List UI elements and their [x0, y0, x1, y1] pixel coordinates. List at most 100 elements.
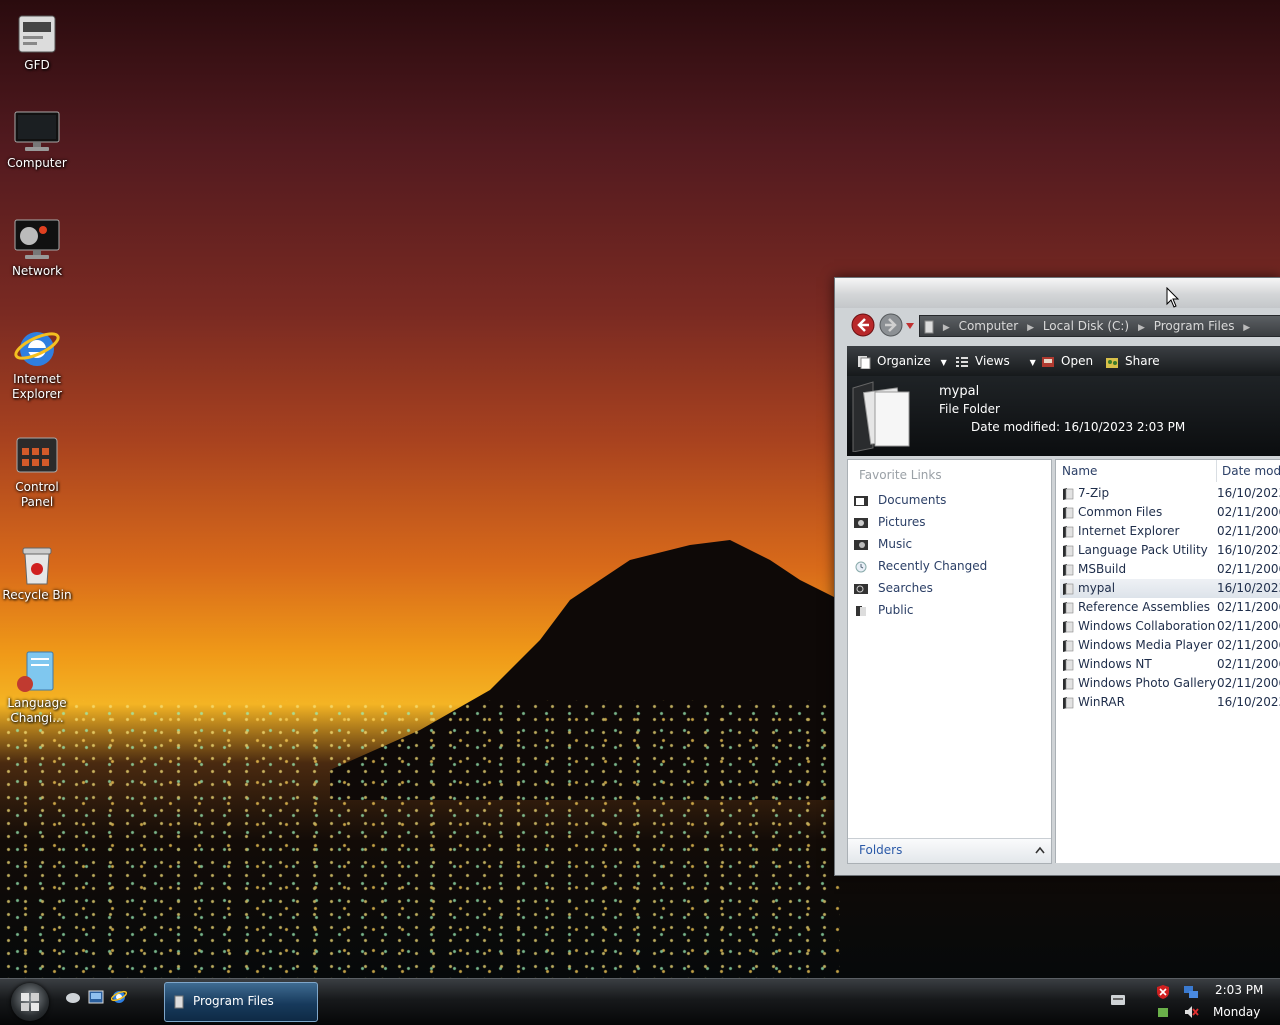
file-date-modified: 02/11/2006	[1217, 524, 1280, 538]
file-row[interactable]: Windows NT 02/11/2006	[1060, 655, 1280, 674]
file-date-modified: 02/11/2006	[1217, 619, 1280, 633]
quick-launch-show-desktop-icon[interactable]	[88, 989, 104, 1005]
folder-icon	[1063, 507, 1074, 519]
desktop-icon-control-panel[interactable]: Control Panel	[2, 434, 72, 510]
chevron-down-icon: ▼	[940, 358, 947, 367]
nav-item-public[interactable]: Public	[853, 600, 914, 620]
folder-icon	[1063, 564, 1074, 576]
chevron-right-icon[interactable]: ▶	[943, 318, 950, 336]
folder-icon	[1063, 697, 1074, 709]
organize-button[interactable]: Organize ▼	[857, 346, 947, 376]
nav-item-documents[interactable]: Documents	[853, 490, 946, 510]
selected-item-name: mypal	[939, 384, 980, 399]
navigation-bar: ▶ Computer ▶ Local Disk (C:) ▶ Program F…	[847, 310, 1280, 342]
control-panel-icon	[16, 437, 58, 473]
network-icon	[14, 219, 60, 259]
breadcrumb-program-files[interactable]: Program Files	[1154, 316, 1235, 336]
details-pane: mypal File Folder Date modified: 16/10/2…	[847, 376, 1280, 456]
file-row[interactable]: mypal 16/10/2023	[1060, 579, 1280, 598]
file-row[interactable]: WinRAR 16/10/2023	[1060, 693, 1280, 712]
column-header-date-modified[interactable]: Date modif	[1222, 460, 1280, 482]
folder-icon	[1063, 488, 1074, 500]
folder-preview-icon	[852, 381, 910, 452]
clock-day[interactable]: Monday	[1213, 1005, 1260, 1019]
file-row[interactable]: Language Pack Utility 16/10/2023	[1060, 541, 1280, 560]
breadcrumb-computer[interactable]: Computer	[959, 316, 1019, 336]
file-date-modified: 02/11/2006	[1217, 600, 1280, 614]
windows-logo-icon	[21, 993, 39, 1011]
back-arrow-icon[interactable]	[851, 313, 875, 337]
clock-time[interactable]: 2:03 PM	[1215, 983, 1263, 997]
address-bar[interactable]: ▶ Computer ▶ Local Disk (C:) ▶ Program F…	[919, 315, 1280, 337]
desktop-icon-label: Language Changi...	[7, 696, 67, 725]
desktop-icon-gfd[interactable]: GFD	[2, 12, 72, 73]
recent-pages-dropdown-icon[interactable]	[906, 322, 914, 330]
chevron-right-icon[interactable]: ▶	[1243, 318, 1250, 336]
file-name: Windows Collaboration	[1078, 619, 1216, 633]
quick-launch-switch-user-icon[interactable]	[65, 989, 81, 1005]
column-header-name[interactable]: Name	[1062, 460, 1217, 482]
file-name: Internet Explorer	[1078, 524, 1180, 538]
desktop-icon-internet-explorer[interactable]: Internet Explorer	[2, 326, 72, 402]
safely-remove-hardware-icon[interactable]	[1155, 1004, 1171, 1020]
public-icon	[856, 605, 866, 616]
file-row[interactable]: Windows Collaboration 02/11/2006	[1060, 617, 1280, 636]
desktop-icon-label: Internet Explorer	[12, 372, 62, 401]
views-button[interactable]: Views ▼	[955, 346, 1036, 376]
taskbar-button-program-files[interactable]: Program Files	[164, 982, 318, 1022]
file-name: Windows Media Player	[1078, 638, 1213, 652]
chevron-down-icon: ▼	[1029, 358, 1036, 367]
internet-explorer-icon	[14, 332, 60, 366]
chevron-up-icon[interactable]	[1035, 846, 1045, 854]
file-row[interactable]: Reference Assemblies 02/11/2006	[1060, 598, 1280, 617]
desktop-icon-label: Computer	[7, 156, 67, 170]
file-name: MSBuild	[1078, 562, 1127, 576]
file-row[interactable]: Internet Explorer 02/11/2006	[1060, 522, 1280, 541]
start-button[interactable]	[11, 983, 49, 1021]
forward-arrow-icon[interactable]	[879, 313, 903, 337]
desktop-icon-label: Network	[11, 264, 63, 278]
nav-item-recently-changed[interactable]: Recently Changed	[853, 556, 987, 576]
chevron-right-icon[interactable]: ▶	[1027, 318, 1034, 336]
keyboard-icon[interactable]	[1110, 993, 1126, 1007]
recently-changed-icon	[855, 561, 867, 572]
window-titlebar[interactable]	[835, 278, 1280, 308]
drive-icon	[18, 15, 56, 53]
favorite-links-heading: Favorite Links	[859, 468, 942, 482]
folders-label: Folders	[859, 843, 903, 857]
monitor-icon	[14, 111, 60, 151]
quick-launch-internet-explorer-icon[interactable]	[111, 989, 127, 1005]
desktop-icon-label: GFD	[24, 58, 50, 72]
file-name: WinRAR	[1078, 695, 1125, 709]
share-button[interactable]: Share	[1105, 346, 1160, 376]
language-icon	[17, 651, 54, 692]
explorer-window[interactable]: ▶ Computer ▶ Local Disk (C:) ▶ Program F…	[834, 277, 1280, 876]
organize-icon	[858, 355, 871, 369]
file-row[interactable]: 7-Zip 16/10/2023	[1060, 484, 1280, 503]
desktop-icon-network[interactable]: Network	[2, 218, 72, 279]
folder-icon	[1063, 602, 1074, 614]
command-toolbar: Organize ▼ Views ▼ Open Share	[847, 346, 1280, 376]
chevron-right-icon[interactable]: ▶	[1138, 318, 1145, 336]
nav-item-pictures[interactable]: Pictures	[853, 512, 926, 532]
desktop-icon-language-changer[interactable]: Language Changi...	[2, 650, 72, 726]
city-lights	[0, 700, 840, 978]
network-status-icon[interactable]	[1183, 984, 1199, 1000]
breadcrumb-local-disk[interactable]: Local Disk (C:)	[1043, 316, 1129, 336]
file-row[interactable]: Windows Photo Gallery 02/11/2006	[1060, 674, 1280, 693]
desktop-icon-recycle-bin[interactable]: Recycle Bin	[2, 542, 72, 603]
file-row[interactable]: Common Files 02/11/2006	[1060, 503, 1280, 522]
volume-muted-icon[interactable]	[1183, 1004, 1199, 1020]
file-date-modified: 02/11/2006	[1217, 657, 1280, 671]
music-icon	[854, 539, 868, 550]
file-date-modified: 16/10/2023	[1217, 486, 1280, 500]
folders-bar[interactable]: Folders	[848, 838, 1051, 863]
file-row[interactable]: MSBuild 02/11/2006	[1060, 560, 1280, 579]
nav-item-searches[interactable]: Searches	[853, 578, 933, 598]
security-alert-icon[interactable]	[1155, 984, 1171, 1000]
nav-item-music[interactable]: Music	[853, 534, 912, 554]
open-button[interactable]: Open	[1041, 346, 1093, 376]
desktop-icon-computer[interactable]: Computer	[2, 110, 72, 171]
file-list: Name Date modif 7-Zip 16/10/2023 Common Fi…	[1055, 459, 1280, 863]
file-row[interactable]: Windows Media Player 02/11/2006	[1060, 636, 1280, 655]
